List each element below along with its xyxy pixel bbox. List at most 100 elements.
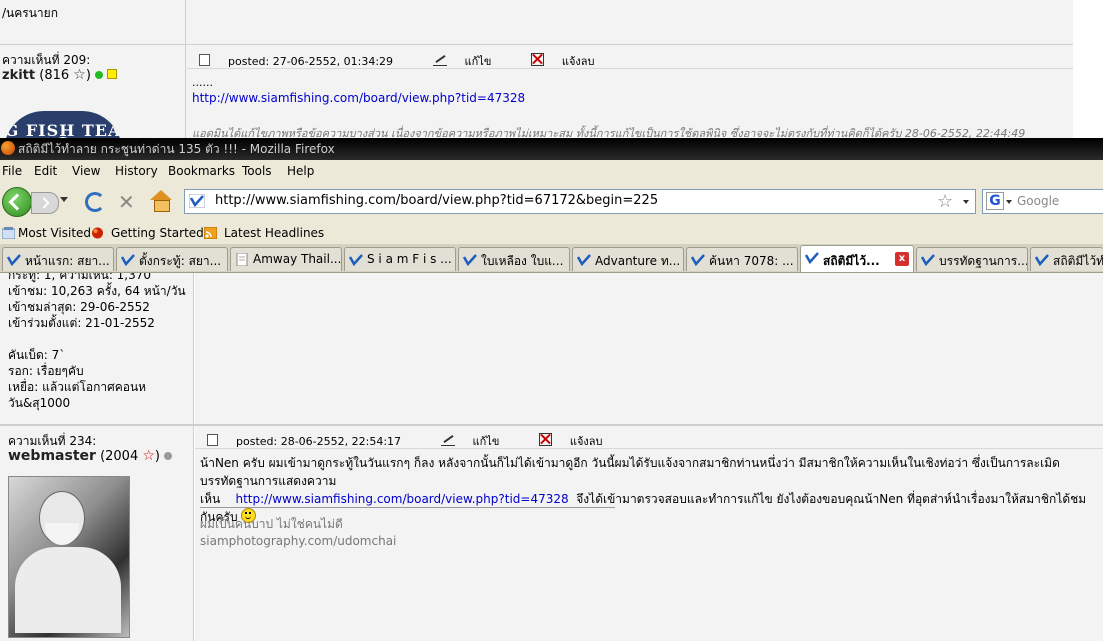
siamfishing-tab-icon [920, 254, 935, 266]
edit-icon [440, 434, 455, 446]
firefox-icon [1, 141, 15, 155]
url-bar[interactable]: http://www.siamfishing.com/board/view.ph… [184, 189, 976, 214]
post-209-user-cell: ความเห็นที่ 209: zkitt (816 ☆) G FISH TE… [0, 45, 186, 138]
bookmark-most-visited[interactable]: Most Visited [18, 226, 91, 240]
user-stat-line: กระทู้: 1, ความเห็น: 1,370 [8, 273, 152, 282]
signature-line-1: ผมเป็นคนบาป ไม่ใช่คนไม่ดี [200, 517, 343, 531]
signature: ผมเป็นคนบาป ไม่ใช่คนไม่ดี siamphotograph… [200, 516, 396, 550]
tab-5[interactable]: ใบเหลือง ใบแ... [458, 247, 570, 271]
siamfishing-tab-icon [576, 254, 591, 266]
username-link[interactable]: webmaster [8, 448, 96, 464]
post-209-body-cell: posted: 27-06-2552, 01:34:29 แก้ไข แจ้งล… [187, 45, 1073, 138]
search-placeholder: Google [1017, 194, 1060, 208]
window-titlebar[interactable]: สถิติมีไว้ทำลาย กระชูนท่าด่าน 135 ตัว !!… [0, 138, 1103, 160]
background-forum-page: /นครนายก ความเห็นที่ 209: zkitt (816 ☆) … [0, 0, 1103, 138]
username-link[interactable]: zkitt [2, 68, 35, 83]
bookmark-star-icon[interactable]: ☆ [937, 191, 953, 212]
siamfishing-tab-icon [6, 254, 21, 266]
user-avatar-photo [8, 476, 130, 638]
menu-view[interactable]: View [72, 164, 100, 178]
prev-post-body-cell [187, 0, 1073, 44]
post-body-line-1: น้าNen ครับ ผมเข้ามาดูกระทู้ในวันแรกๆ ก็… [200, 456, 1060, 488]
history-dropdown-icon[interactable] [60, 197, 68, 202]
tab-6-label: Advanture ท... [595, 254, 681, 268]
user-stat-line: คันเบ็ด: 7` [8, 348, 66, 362]
bookmarks-toolbar: Most Visited Getting Started Latest Head… [0, 222, 1103, 244]
tab-1-label: หน้าแรก: สยา... [25, 254, 110, 268]
menu-bookmarks[interactable]: Bookmarks [168, 164, 235, 178]
google-search-engine-icon[interactable]: G [986, 192, 1004, 210]
menu-help[interactable]: Help [287, 164, 314, 178]
tab-7[interactable]: ค้นหา 7078: ... [686, 247, 798, 271]
tab-3-label: Amway Thail... [253, 252, 342, 266]
reload-icon[interactable] [85, 192, 105, 212]
post-234-body-cell: posted: 28-06-2552, 22:54:17 แก้ไข แจ้งล… [195, 426, 1103, 641]
star-icon: ☆ [142, 448, 155, 464]
logo-text: G FISH TEA [4, 121, 122, 138]
prev-user-cell: กระทู้: 1, ความเห็น: 1,370 เข้าชม: 10,26… [0, 273, 194, 424]
search-bar[interactable]: G Google [982, 189, 1103, 214]
bookmark-getting-started[interactable]: Getting Started [111, 226, 204, 240]
report-button[interactable]: แจ้งลบ [538, 433, 621, 448]
page-content: กระทู้: 1, ความเห็น: 1,370 เข้าชม: 10,26… [0, 273, 1103, 641]
menu-bar: File Edit View History Bookmarks Tools H… [0, 160, 1103, 182]
user-stat-line: เข้าชมล่าสุด: 29-06-2552 [8, 300, 150, 314]
rss-feed-icon [204, 227, 217, 239]
site-favicon-icon [189, 194, 205, 208]
user-stat-line: เหยื่อ: แล้วแต่โอกาศคอนหวัน&สุ1000 [8, 380, 147, 410]
stop-icon[interactable]: ✕ [118, 192, 135, 212]
menu-history[interactable]: History [115, 164, 158, 178]
home-icon[interactable] [150, 190, 172, 212]
siamfishing-tab-icon [348, 254, 363, 266]
tab-9[interactable]: บรรทัดฐานการ... [916, 247, 1028, 271]
prev-post-user-cell: /นครนายก [0, 0, 186, 44]
close-tab-icon[interactable]: x [895, 252, 909, 266]
getting-started-icon [92, 227, 103, 239]
firefox-window: สถิติมีไว้ทำลาย กระชูนท่าด่าน 135 ตัว !!… [0, 138, 1103, 641]
admin-edit-note: แอดมินได้แก้ไขภาพหรือข้อความบางส่วน เนื่… [192, 127, 1026, 138]
tab-4-label: S i a m F i s ... [367, 252, 452, 266]
status-square-icon [107, 69, 118, 79]
user-line: zkitt (816 ☆) [2, 67, 118, 83]
post-link[interactable]: http://www.siamfishing.com/board/view.ph… [192, 91, 525, 105]
search-engine-dropdown-icon[interactable] [1006, 200, 1012, 204]
prev-post-body-cell [195, 273, 1103, 424]
page-tab-icon [236, 253, 248, 266]
url-dropdown-icon[interactable] [963, 200, 969, 204]
forward-button[interactable] [31, 192, 59, 214]
tab-2[interactable]: ตั้งกระทู้: สยา... [116, 247, 228, 271]
tab-3[interactable]: Amway Thail... [230, 247, 342, 271]
bookmark-latest-headlines[interactable]: Latest Headlines [224, 226, 324, 240]
tab-8-active[interactable]: สถิติมีไว้... x [800, 245, 914, 272]
siamfishing-tab-icon [462, 254, 477, 266]
tab-9-label: บรรทัดฐานการ... [939, 254, 1028, 268]
post-icon [199, 54, 210, 66]
tab-10-label: สถิติมีไว้ทำ [1053, 254, 1103, 268]
post-divider [187, 68, 1073, 69]
post-234-user-cell: ความเห็นที่ 234: webmaster (2004 ☆) [0, 426, 194, 641]
edit-button[interactable]: แก้ไข [440, 434, 518, 448]
user-points: (816 [39, 68, 70, 83]
posted-date: posted: 28-06-2552, 22:54:17 [236, 435, 402, 448]
tab-10[interactable]: สถิติมีไว้ทำ [1030, 247, 1103, 271]
edit-button[interactable]: แก้ไข [432, 55, 510, 68]
window-title: สถิติมีไว้ทำลาย กระชูนท่าด่าน 135 ตัว !!… [18, 142, 335, 156]
back-button[interactable] [2, 187, 32, 217]
report-icon [538, 433, 552, 446]
menu-edit[interactable]: Edit [34, 164, 57, 178]
tab-6[interactable]: Advanture ท... [572, 247, 684, 271]
tab-4[interactable]: S i a m F i s ... [344, 247, 456, 271]
menu-file[interactable]: File [2, 164, 22, 178]
ellipsis-text: ...... [192, 76, 213, 89]
menu-tools[interactable]: Tools [242, 164, 272, 178]
navigation-toolbar: ✕ http://www.siamfishing.com/board/view.… [0, 182, 1103, 222]
url-text[interactable]: http://www.siamfishing.com/board/view.ph… [215, 193, 658, 208]
edit-label: แก้ไข [472, 435, 500, 448]
post-body-link[interactable]: http://www.siamfishing.com/board/view.ph… [235, 492, 568, 506]
most-visited-icon [2, 227, 15, 239]
user-stat-line: เข้าชม: 10,263 ครั้ง, 64 หน้า/วัน [8, 284, 186, 298]
report-button[interactable]: แจ้งลบ [530, 53, 613, 68]
tab-1[interactable]: หน้าแรก: สยา... [2, 247, 114, 271]
user-points: (2004 [100, 449, 139, 464]
report-label: แจ้งลบ [569, 435, 603, 448]
